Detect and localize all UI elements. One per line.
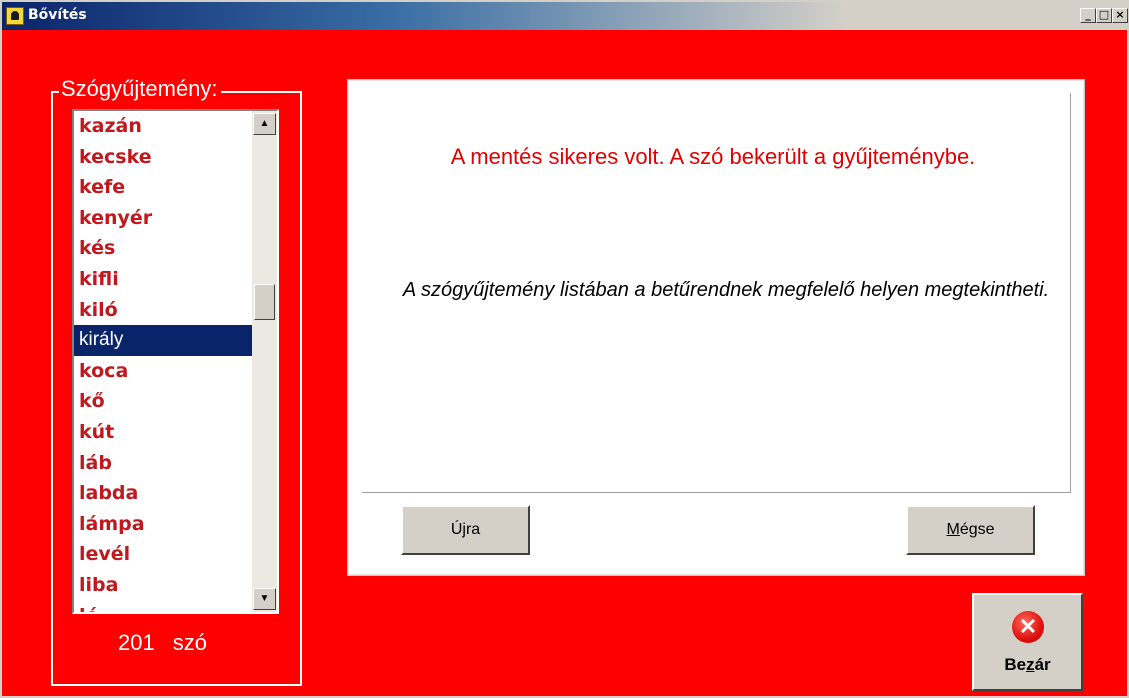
list-item[interactable]: kecske xyxy=(74,142,252,173)
cancel-button[interactable]: Mégse xyxy=(906,505,1035,555)
retry-button[interactable]: Újra xyxy=(401,505,530,555)
list-item[interactable]: ló xyxy=(74,601,252,613)
word-collection-legend: Szógyűjtemény: xyxy=(59,76,221,102)
list-item[interactable]: kiló xyxy=(74,295,252,326)
list-item[interactable]: kő xyxy=(74,386,252,417)
list-item[interactable]: levél xyxy=(74,539,252,570)
window-title: Bővítés xyxy=(28,7,87,23)
scroll-up-arrow-icon[interactable]: ▲ xyxy=(253,113,276,135)
close-button-label: Bezár xyxy=(1004,655,1051,674)
list-item[interactable]: kenyér xyxy=(74,203,252,234)
title-bar[interactable]: Bővítés _ □ × xyxy=(2,2,1128,30)
list-item[interactable]: liba xyxy=(74,570,252,601)
success-message: A mentés sikeres volt. A szó bekerült a … xyxy=(450,144,976,169)
list-item[interactable]: kazán xyxy=(74,111,252,142)
word-list[interactable]: kazán kecske kefe kenyér kés kifli kiló király k… xyxy=(72,109,279,614)
list-item[interactable]: láb xyxy=(74,448,252,479)
window: Bővítés _ □ × Szógyűjtemény: kazán kecske… xyxy=(0,0,1129,698)
list-item[interactable]: király xyxy=(74,325,252,356)
list-item[interactable]: kifli xyxy=(74,264,252,295)
list-item[interactable]: koca xyxy=(74,356,252,387)
list-item[interactable]: kefe xyxy=(74,172,252,203)
window-close-button[interactable]: × xyxy=(1112,8,1128,23)
close-dialog-button[interactable]: ✕ Bezár xyxy=(972,593,1083,691)
word-list-items: kazán kecske kefe kenyér kés kifli kiló király k… xyxy=(74,111,252,613)
word-count: 201 szó xyxy=(118,630,207,656)
word-count-unit: szó xyxy=(172,630,207,655)
word-count-value: 201 xyxy=(118,630,155,655)
message-panel: A mentés sikeres volt. A szó bekerült a … xyxy=(347,79,1085,576)
word-list-scrollbar[interactable]: ▲ ▼ xyxy=(252,111,277,612)
info-message: A szógyűjtemény listában a betűrendnek m… xyxy=(402,279,1050,301)
list-item[interactable]: kút xyxy=(74,417,252,448)
list-item[interactable]: kés xyxy=(74,233,252,264)
list-item[interactable]: labda xyxy=(74,478,252,509)
app-icon xyxy=(6,7,24,25)
minimize-button[interactable]: _ xyxy=(1080,8,1096,23)
close-circle-icon: ✕ xyxy=(1012,611,1044,643)
scroll-down-arrow-icon[interactable]: ▼ xyxy=(253,588,276,610)
maximize-button[interactable]: □ xyxy=(1096,8,1112,23)
scroll-thumb[interactable] xyxy=(254,284,275,320)
list-item[interactable]: lámpa xyxy=(74,509,252,540)
